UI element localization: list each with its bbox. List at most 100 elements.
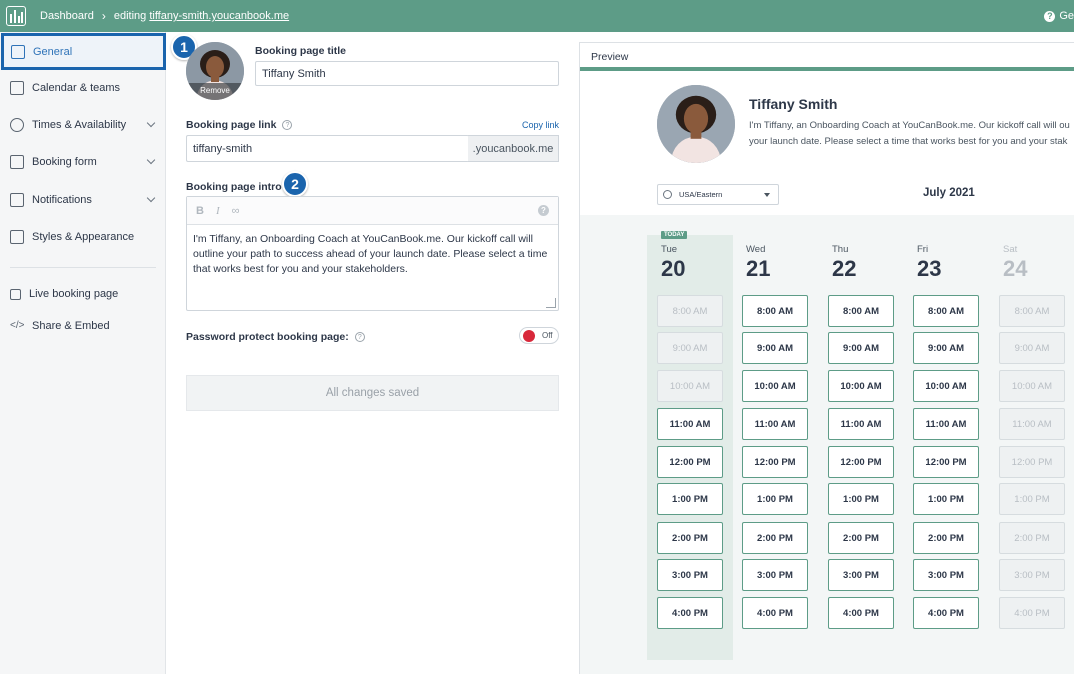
code-icon: </> [10, 320, 25, 331]
intro-editor: B I ∞ ? I'm Tiffany, an Onboarding Coach… [186, 196, 559, 311]
calendar-grid: TODAY Tue 20 8:00 AM 9:00 AM 10:00 AM 11:00 AM… [580, 215, 1074, 674]
time-slot-button: 11:00 AM [999, 408, 1065, 440]
time-slot-button[interactable]: 12:00 PM [828, 446, 894, 478]
chevron-down-icon [146, 193, 156, 203]
chevron-down-icon [146, 118, 156, 128]
timezone-select[interactable]: USA/Eastern [657, 184, 779, 205]
sidebar-item-share-embed[interactable]: </> Share & Embed [0, 311, 166, 341]
time-slot-button[interactable]: 2:00 PM [742, 522, 808, 554]
logo-icon [6, 6, 26, 26]
time-slot-button[interactable]: 11:00 AM [657, 408, 723, 440]
time-slot-button[interactable]: 3:00 PM [742, 559, 808, 591]
time-slot-button[interactable]: 10:00 AM [828, 370, 894, 402]
resize-handle-icon[interactable] [546, 298, 556, 308]
time-slot-button: 9:00 AM [999, 332, 1065, 364]
time-slot-button: 10:00 AM [657, 370, 723, 402]
time-slot-button[interactable]: 1:00 PM [742, 483, 808, 515]
booking-page-link-input[interactable]: tiffany-smith [186, 135, 469, 162]
time-slot-button[interactable]: 3:00 PM [913, 559, 979, 591]
time-slot-button: 4:00 PM [999, 597, 1065, 629]
sidebar-item-label: General [33, 45, 73, 58]
chevron-right-icon: › [101, 9, 106, 23]
time-slot-button[interactable]: 4:00 PM [657, 597, 723, 629]
toggle-state-label: Off [542, 331, 553, 340]
info-icon[interactable]: ? [354, 332, 365, 343]
time-slot-button[interactable]: 10:00 AM [742, 370, 808, 402]
time-slot-button[interactable]: 11:00 AM [913, 408, 979, 440]
sidebar-item-booking-form[interactable]: Booking form [0, 147, 166, 177]
time-slot-button[interactable]: 1:00 PM [828, 483, 894, 515]
password-protect-toggle[interactable]: Off [519, 327, 559, 344]
time-slot-button[interactable]: 10:00 AM [913, 370, 979, 402]
calendar-user-icon [10, 81, 24, 95]
top-bar: Dashboard › editing tiffany-smith.youcan… [0, 0, 1074, 32]
time-slot-button[interactable]: 3:00 PM [657, 559, 723, 591]
breadcrumb-dashboard[interactable]: Dashboard [40, 10, 94, 22]
sidebar-item-calendar-teams[interactable]: Calendar & teams [0, 73, 166, 103]
time-slot-button[interactable]: 12:00 PM [742, 446, 808, 478]
sidebar-item-styles-appearance[interactable]: Styles & Appearance [0, 222, 166, 252]
time-slot-button[interactable]: 3:00 PM [828, 559, 894, 591]
time-slot-button[interactable]: 8:00 AM [913, 295, 979, 327]
today-badge: TODAY [661, 231, 688, 239]
sidebar-item-live-booking-page[interactable]: Live booking page [0, 279, 166, 309]
time-slot-button[interactable]: 12:00 PM [913, 446, 979, 478]
time-slot-button[interactable]: 2:00 PM [657, 522, 723, 554]
sidebar-item-times-availability[interactable]: Times & Availability [0, 110, 166, 140]
time-slot-button[interactable]: 4:00 PM [828, 597, 894, 629]
globe-icon [663, 190, 672, 199]
time-slot-button: 1:00 PM [999, 483, 1065, 515]
intro-textarea[interactable]: I'm Tiffany, an Onboarding Coach at YouC… [187, 225, 558, 284]
time-slot-button[interactable]: 11:00 AM [828, 408, 894, 440]
time-slot-button: 3:00 PM [999, 559, 1065, 591]
italic-icon[interactable]: I [216, 205, 220, 217]
time-slot-button[interactable]: 8:00 AM [742, 295, 808, 327]
booking-page-url-link[interactable]: tiffany-smith.youcanbook.me [149, 10, 289, 22]
help-button[interactable]: ? Ge [1044, 0, 1074, 32]
question-circle-icon[interactable]: ? [538, 205, 549, 216]
toggle-knob [523, 330, 535, 342]
preview-description-line: I'm Tiffany, an Onboarding Coach at YouC… [749, 120, 1070, 131]
day-of-week-label: Sat [1003, 244, 1018, 255]
profile-avatar[interactable]: Remove [186, 42, 244, 100]
booking-page-title-input[interactable]: Tiffany Smith [255, 61, 559, 86]
help-label: Ge [1059, 10, 1074, 22]
booking-page-intro-label: Booking page intro [186, 181, 282, 193]
app-logo[interactable] [0, 0, 32, 32]
chevron-down-icon [146, 155, 156, 165]
timezone-value: USA/Eastern [679, 190, 723, 199]
watch-icon [10, 118, 24, 132]
time-slot-button[interactable]: 1:00 PM [657, 483, 723, 515]
sidebar-item-label: Live booking page [29, 288, 119, 300]
preview-avatar [657, 85, 735, 163]
month-label: July 2021 [923, 187, 975, 199]
info-icon[interactable]: ? [282, 120, 293, 131]
bold-icon[interactable]: B [196, 205, 204, 217]
sidebar-item-notifications[interactable]: Notifications [0, 185, 166, 215]
save-status-button[interactable]: All changes saved [186, 375, 559, 411]
day-number-label: 23 [917, 256, 942, 281]
day-of-week-label: Fri [917, 244, 929, 255]
time-slot-button[interactable]: 12:00 PM [657, 446, 723, 478]
day-number-label: 21 [746, 256, 771, 281]
time-slot-button[interactable]: 1:00 PM [913, 483, 979, 515]
time-slot-button[interactable]: 8:00 AM [828, 295, 894, 327]
copy-link-button[interactable]: Copy link [522, 120, 559, 130]
paint-roller-icon [10, 230, 24, 244]
sidebar: General Calendar & teams Times & Availab… [0, 32, 166, 674]
time-slot-button[interactable]: 2:00 PM [828, 522, 894, 554]
time-slot-button[interactable]: 9:00 AM [742, 332, 808, 364]
day-of-week-label: Tue [661, 244, 678, 255]
sidebar-item-general[interactable]: General [1, 33, 166, 70]
time-slot-button[interactable]: 2:00 PM [913, 522, 979, 554]
link-icon[interactable]: ∞ [232, 205, 240, 217]
time-slot-button[interactable]: 9:00 AM [913, 332, 979, 364]
time-slot-button[interactable]: 4:00 PM [913, 597, 979, 629]
time-slot-button[interactable]: 9:00 AM [828, 332, 894, 364]
preview-header: Preview [580, 43, 1074, 71]
time-slot-button[interactable]: 11:00 AM [742, 408, 808, 440]
time-slot-button: 8:00 AM [999, 295, 1065, 327]
sidebar-item-label: Notifications [32, 194, 92, 206]
remove-avatar-button[interactable]: Remove [186, 83, 244, 100]
time-slot-button[interactable]: 4:00 PM [742, 597, 808, 629]
